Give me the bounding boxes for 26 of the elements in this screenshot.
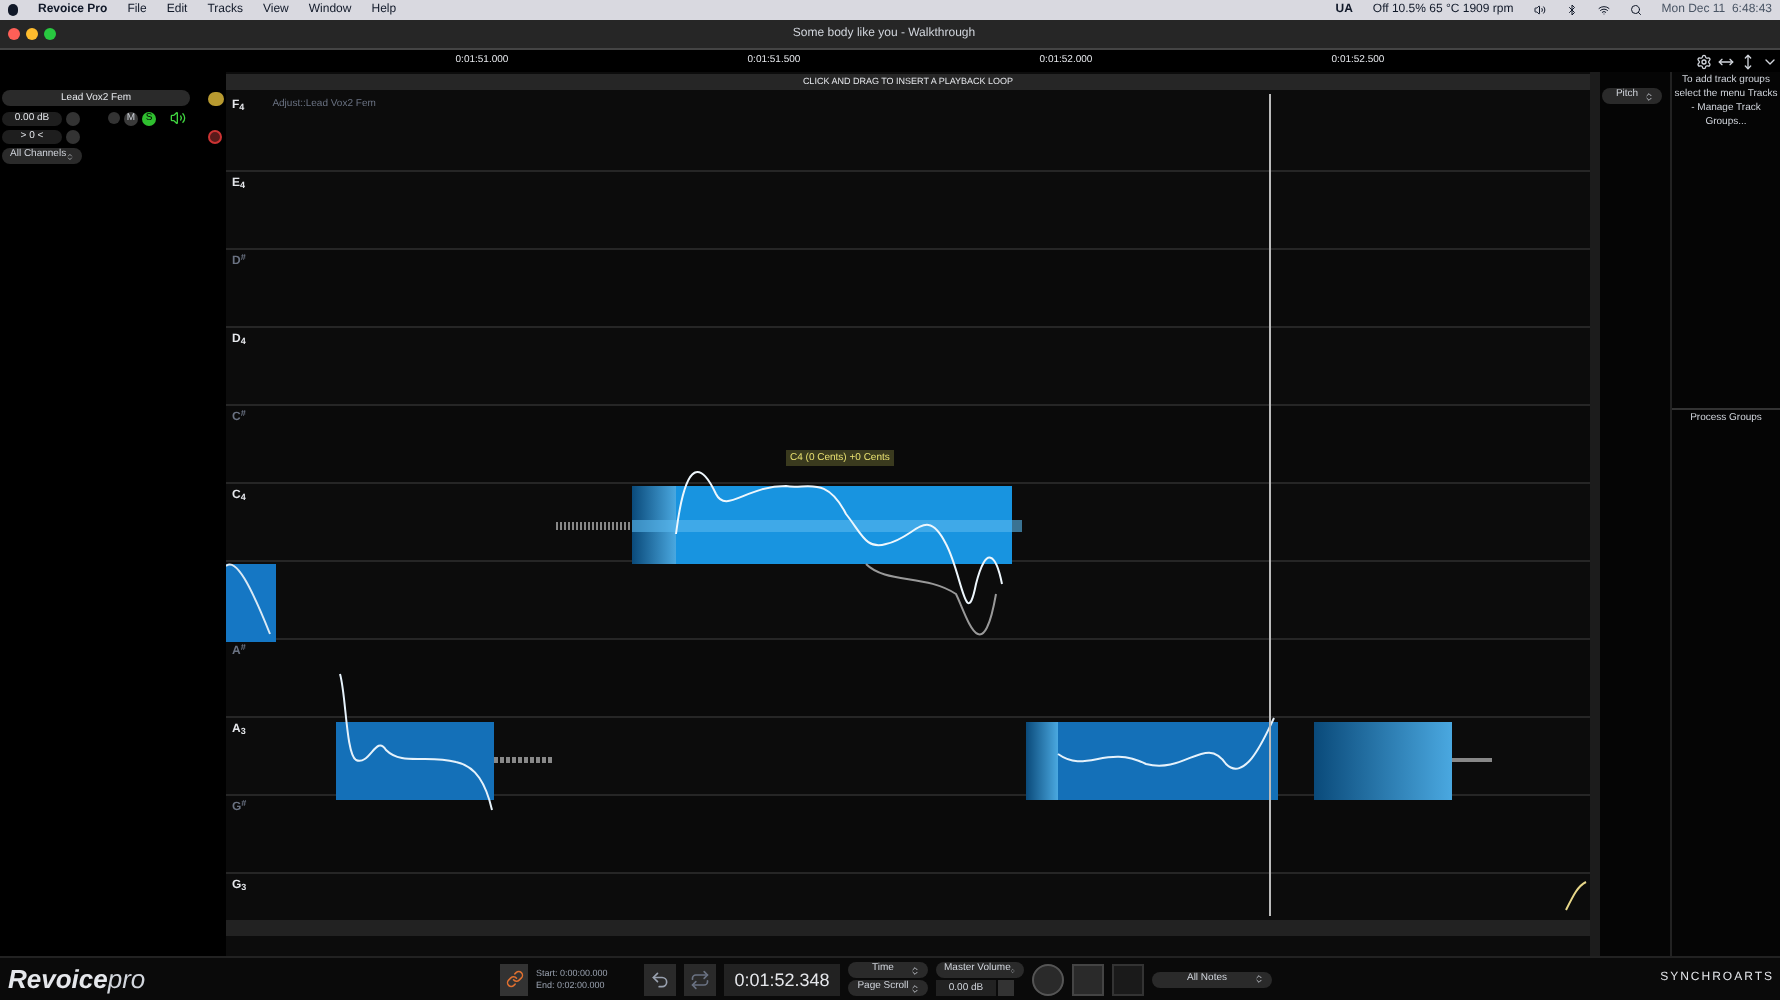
vertical-arrows-icon[interactable] <box>1740 53 1756 69</box>
vertical-scrollbar[interactable] <box>1590 72 1600 956</box>
maximize-window-button[interactable] <box>44 28 56 40</box>
speaker-icon[interactable] <box>170 110 186 126</box>
dropdown-icon <box>1644 91 1654 101</box>
bluetooth-icon[interactable] <box>1565 4 1578 16</box>
close-window-button[interactable] <box>8 28 20 40</box>
undo-button[interactable] <box>644 963 676 995</box>
dropdown-icon <box>66 151 74 161</box>
loop-button[interactable] <box>684 963 716 995</box>
dropdown-icon <box>910 983 920 993</box>
loop-icon <box>690 969 710 989</box>
time-display: 0:01:52.348 <box>724 963 840 995</box>
undo-icon <box>650 969 670 989</box>
horizontal-arrows-icon[interactable] <box>1718 53 1734 69</box>
horizontal-scrollbar[interactable] <box>226 920 1590 936</box>
search-icon[interactable] <box>1629 4 1642 16</box>
link-icon <box>505 970 523 988</box>
revoice-logo: Revoicepro <box>6 961 148 998</box>
link-button[interactable] <box>500 963 528 995</box>
settings-icon[interactable] <box>1696 53 1712 69</box>
volume-icon[interactable] <box>1533 4 1546 16</box>
wifi-icon[interactable] <box>1597 4 1610 16</box>
dropdown-icon <box>1254 974 1264 984</box>
dropdown-icon <box>910 965 920 975</box>
minimize-window-button[interactable] <box>26 28 38 40</box>
